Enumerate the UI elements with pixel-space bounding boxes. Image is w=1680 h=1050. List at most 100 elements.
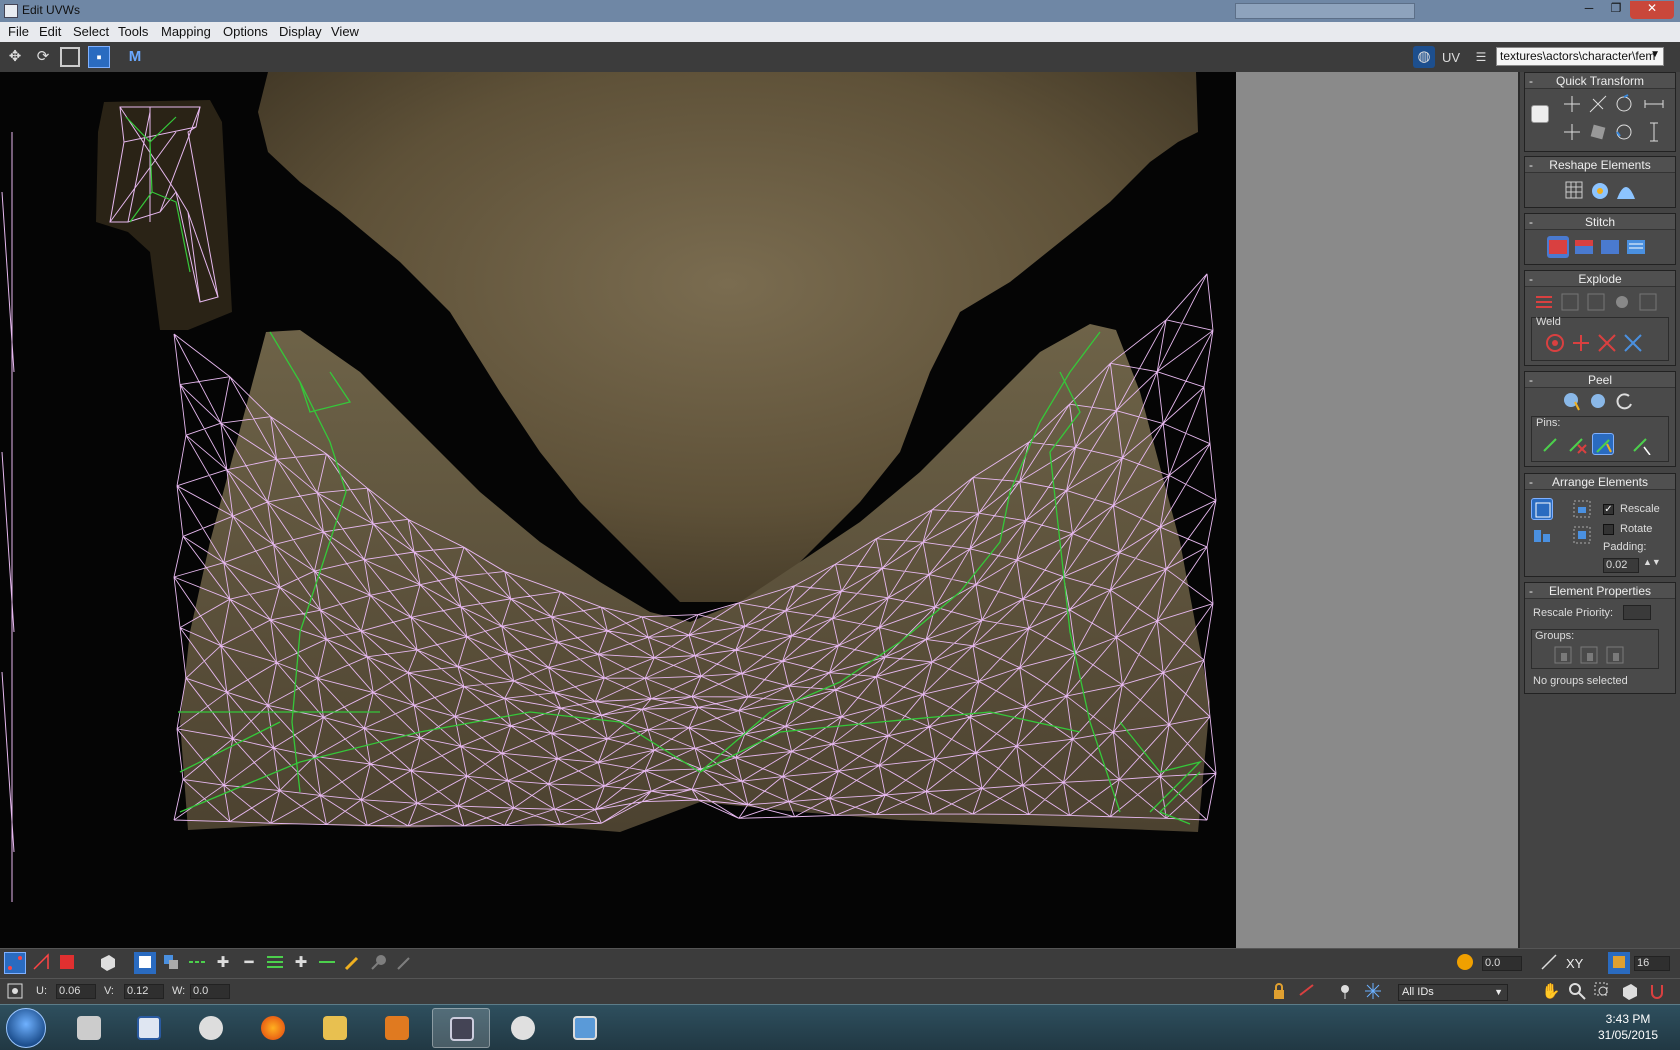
rescale-priority-spinner[interactable] bbox=[1623, 605, 1651, 620]
pin-settings-icon[interactable] bbox=[1630, 433, 1652, 456]
system-clock[interactable]: 3:43 PM 31/05/2015 bbox=[1588, 1011, 1668, 1043]
mirror-icon[interactable]: M bbox=[124, 46, 146, 68]
zoom-extents-icon[interactable] bbox=[1618, 981, 1640, 1003]
lock-icon[interactable] bbox=[1268, 981, 1290, 1003]
stitch-to-target-icon[interactable] bbox=[1547, 236, 1569, 258]
paint-icon[interactable] bbox=[494, 1008, 552, 1048]
vertex-mode-icon[interactable] bbox=[4, 952, 26, 974]
texture-dropdown[interactable]: textures\actors\character\fem ▼ bbox=[1496, 47, 1664, 66]
menu-view[interactable]: View bbox=[331, 24, 359, 39]
weld-settings-icon[interactable] bbox=[1622, 332, 1644, 354]
freeform-icon[interactable]: ▪ bbox=[88, 46, 110, 68]
break-icon[interactable] bbox=[1533, 291, 1555, 313]
peel-header[interactable]: - Peel bbox=[1525, 372, 1675, 388]
relax-settings-icon[interactable] bbox=[1615, 179, 1637, 201]
space-horizontal-icon[interactable] bbox=[1643, 93, 1665, 115]
v-coordinate[interactable]: 0.12 bbox=[124, 984, 164, 999]
app-icon[interactable] bbox=[60, 1008, 118, 1048]
paint-shrink-icon[interactable] bbox=[394, 952, 416, 974]
falloff-type-icon[interactable] bbox=[1538, 952, 1560, 974]
grow-loop-icon[interactable]: ✚ bbox=[290, 952, 312, 974]
straighten-selection-icon[interactable] bbox=[1563, 179, 1585, 201]
element-mode-icon[interactable] bbox=[96, 952, 118, 974]
stitch-average-icon[interactable] bbox=[1573, 236, 1595, 258]
element-properties-header[interactable]: - Element Properties bbox=[1525, 583, 1675, 599]
pin-icon[interactable] bbox=[1540, 433, 1562, 455]
options-icon[interactable]: ☰ bbox=[1470, 46, 1492, 68]
minimize-button[interactable]: ─ bbox=[1576, 1, 1602, 19]
stitch-settings-icon[interactable] bbox=[1625, 236, 1647, 258]
media-player-icon[interactable] bbox=[368, 1008, 426, 1048]
zoom-region-icon[interactable] bbox=[1592, 981, 1614, 1003]
weld-target-icon[interactable] bbox=[1570, 332, 1592, 354]
straighten-icon[interactable] bbox=[1587, 121, 1609, 143]
select-by-element-icon[interactable] bbox=[134, 952, 156, 974]
title-search-input[interactable] bbox=[1235, 3, 1415, 19]
padding-spinner-arrows[interactable]: ▲▼ bbox=[1643, 557, 1661, 567]
relax-icon[interactable] bbox=[1589, 179, 1611, 201]
face-mode-icon[interactable] bbox=[56, 952, 78, 974]
menu-file[interactable]: File bbox=[8, 24, 29, 39]
menu-select[interactable]: Select bbox=[73, 24, 109, 39]
zoom-icon[interactable] bbox=[1566, 981, 1588, 1003]
space-vertical-icon[interactable] bbox=[1643, 121, 1665, 143]
checker-map-icon[interactable]: ◍ bbox=[1413, 46, 1435, 68]
paint-grow-icon[interactable] bbox=[368, 952, 390, 974]
weld-all-icon[interactable] bbox=[1596, 332, 1618, 354]
grow-selection-icon[interactable]: ✚ bbox=[212, 952, 234, 974]
pivot-icon[interactable] bbox=[1531, 105, 1549, 123]
rotate-icon[interactable]: ⟳ bbox=[32, 46, 54, 68]
app-icon[interactable] bbox=[4, 4, 18, 18]
grid-size-spinner[interactable]: 16 bbox=[1634, 956, 1670, 971]
unpin-icon[interactable] bbox=[1566, 433, 1588, 455]
menu-edit[interactable]: Edit bbox=[39, 24, 61, 39]
menu-tools[interactable]: Tools bbox=[118, 24, 148, 39]
auto-pin-icon[interactable] bbox=[1592, 433, 1614, 455]
paint-select-icon[interactable] bbox=[342, 952, 364, 974]
pack-normalize-icon[interactable] bbox=[1531, 498, 1553, 520]
align-vertical-icon[interactable] bbox=[1561, 93, 1583, 115]
skyrim-icon[interactable] bbox=[182, 1008, 240, 1048]
peel-mode-icon[interactable] bbox=[1587, 390, 1609, 412]
soft-selection-falloff[interactable]: 0.0 bbox=[1482, 956, 1522, 971]
flatten-icon[interactable] bbox=[1611, 291, 1633, 313]
align-diagonal-icon[interactable] bbox=[1587, 93, 1609, 115]
id-filter-dropdown[interactable]: All IDs ▼ bbox=[1398, 984, 1508, 1001]
pan-icon[interactable]: ✋ bbox=[1540, 981, 1562, 1003]
folder-icon[interactable] bbox=[306, 1008, 364, 1048]
restore-button[interactable]: ❐ bbox=[1603, 1, 1629, 19]
u-coordinate[interactable]: 0.06 bbox=[56, 984, 96, 999]
grid-snap-icon[interactable] bbox=[1608, 952, 1630, 974]
menu-options[interactable]: Options bbox=[223, 24, 268, 39]
rescale-checkbox[interactable]: ✓ bbox=[1603, 504, 1614, 515]
padding-spinner[interactable]: 0.02 bbox=[1603, 558, 1639, 573]
pack-custom-icon[interactable] bbox=[1531, 524, 1553, 546]
rotate-cw-icon[interactable] bbox=[1613, 121, 1635, 143]
pack-settings-icon[interactable] bbox=[1571, 524, 1593, 546]
soft-selection-icon[interactable] bbox=[1454, 952, 1476, 974]
firefox-icon[interactable] bbox=[244, 1008, 302, 1048]
pack-together-icon[interactable] bbox=[1571, 498, 1593, 520]
uv-canvas[interactable] bbox=[0, 72, 1236, 948]
filter-icon[interactable] bbox=[1334, 981, 1356, 1003]
explode-header[interactable]: - Explode bbox=[1525, 271, 1675, 287]
select-overlap-icon[interactable] bbox=[160, 952, 182, 974]
reshape-elements-header[interactable]: - Reshape Elements bbox=[1525, 157, 1675, 173]
quick-transform-header[interactable]: - Quick Transform bbox=[1525, 73, 1675, 89]
ring-select-icon[interactable] bbox=[186, 952, 208, 974]
menu-display[interactable]: Display bbox=[279, 24, 322, 39]
scale-icon[interactable] bbox=[60, 47, 80, 67]
stitch-header[interactable]: - Stitch bbox=[1525, 214, 1675, 230]
arrange-elements-header[interactable]: - Arrange Elements bbox=[1525, 474, 1675, 490]
quick-peel-icon[interactable] bbox=[1561, 390, 1583, 412]
shrink-loop-icon[interactable] bbox=[316, 952, 338, 974]
loop-select-icon[interactable] bbox=[264, 952, 286, 974]
rotate-ccw-icon[interactable] bbox=[1613, 93, 1635, 115]
weld-selected-icon[interactable] bbox=[1544, 332, 1566, 354]
edge-mode-icon[interactable] bbox=[30, 952, 52, 974]
windows-start[interactable] bbox=[6, 1008, 46, 1048]
shrink-selection-icon[interactable]: ━ bbox=[238, 952, 260, 974]
absolute-mode-icon[interactable] bbox=[4, 981, 26, 1003]
snap-icon[interactable] bbox=[1646, 981, 1668, 1003]
align-horizontal-icon[interactable] bbox=[1561, 121, 1583, 143]
